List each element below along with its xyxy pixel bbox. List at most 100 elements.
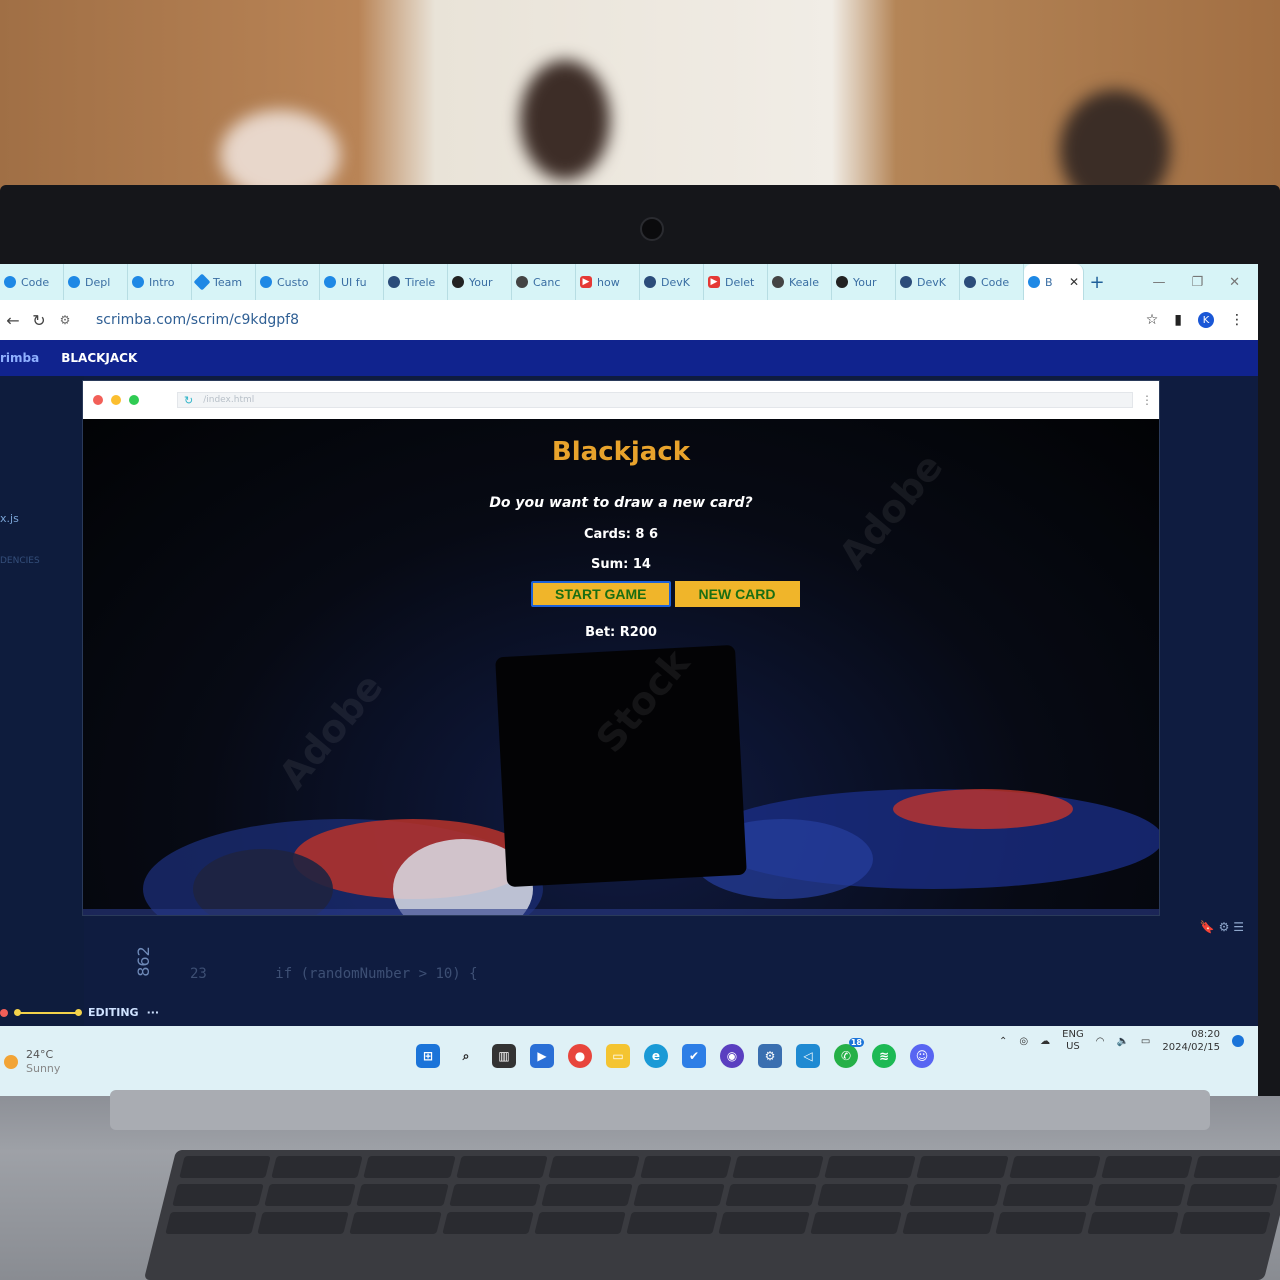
keyboard-key[interactable] (547, 1156, 640, 1178)
keyboard-key[interactable] (540, 1184, 633, 1206)
back-icon[interactable]: ← (0, 311, 26, 330)
keyboard-key[interactable] (916, 1156, 1009, 1178)
start-game-button[interactable]: START GAME (531, 581, 671, 607)
language-indicator[interactable]: ENG US (1062, 1029, 1084, 1053)
wifi-icon[interactable]: ◠ (1096, 1036, 1105, 1047)
file-explorer-icon[interactable]: ▭ (606, 1044, 630, 1068)
browser-tab[interactable]: Intro (128, 264, 192, 300)
browser-tab[interactable]: Code (960, 264, 1024, 300)
battery-icon[interactable]: ▭ (1141, 1036, 1150, 1047)
browser-tab[interactable]: ▶ Delet (704, 264, 768, 300)
task-view-icon[interactable]: ▥ (492, 1044, 516, 1068)
browser-tab[interactable]: Your (448, 264, 512, 300)
file-item-js[interactable]: x.js (0, 512, 19, 525)
keyboard-key[interactable] (1193, 1156, 1280, 1178)
playback-slider[interactable] (14, 1008, 82, 1016)
browser-tab[interactable]: DevK (896, 264, 960, 300)
close-dot[interactable] (93, 395, 103, 405)
browser-tab[interactable]: Depl (64, 264, 128, 300)
browser-tab[interactable]: ▶ how (576, 264, 640, 300)
whatsapp-icon[interactable]: ✆ 18 (834, 1038, 864, 1068)
keyboard-key[interactable] (640, 1156, 732, 1178)
spotify-icon[interactable]: ≋ (872, 1044, 896, 1068)
keyboard-key[interactable] (732, 1156, 824, 1178)
chevron-up-icon[interactable]: ⌃ (999, 1036, 1007, 1047)
browser-tab[interactable]: UI fu (320, 264, 384, 300)
menu-icon[interactable]: ☰ (1233, 920, 1244, 934)
minimize-icon[interactable]: — (1152, 275, 1165, 290)
menu-kebab-icon[interactable]: ⋮ (1230, 312, 1244, 328)
site-settings-icon[interactable]: ⚙ (52, 313, 78, 327)
keyboard-key[interactable] (1186, 1184, 1278, 1206)
url-field[interactable]: scrimba.com/scrim/c9kdgpf8 (96, 312, 299, 328)
onedrive-icon[interactable]: ☁ (1040, 1036, 1050, 1047)
keyboard-key[interactable] (817, 1184, 910, 1206)
keyboard-key[interactable] (363, 1156, 456, 1178)
browser-tab[interactable]: Your (832, 264, 896, 300)
browser-tab[interactable]: Custo (256, 264, 320, 300)
chrome-icon[interactable]: ● (568, 1044, 592, 1068)
keyboard-key[interactable] (909, 1184, 1002, 1206)
keyboard-key[interactable] (1093, 1184, 1186, 1206)
browser-tab[interactable]: Keale (768, 264, 832, 300)
reload-icon[interactable]: ↻ (184, 394, 193, 407)
bookmark-icon[interactable]: 🔖 (1200, 920, 1215, 934)
minimize-dot[interactable] (111, 395, 121, 405)
new-tab-button[interactable]: + (1084, 272, 1110, 293)
keyboard-key[interactable] (1086, 1212, 1179, 1234)
keyboard-key[interactable] (448, 1184, 541, 1206)
keyboard-key[interactable] (271, 1156, 364, 1178)
keyboard-key[interactable] (633, 1184, 725, 1206)
preview-menu-icon[interactable]: ⋮ (1141, 393, 1159, 407)
keyboard-key[interactable] (165, 1212, 257, 1234)
github-desktop-icon[interactable]: ◉ (720, 1044, 744, 1068)
keyboard-key[interactable] (172, 1184, 264, 1206)
volume-icon[interactable]: 🔈 (1116, 1036, 1128, 1047)
edge-icon[interactable]: e (644, 1044, 668, 1068)
keyboard-key[interactable] (810, 1212, 903, 1234)
side-panel-icon[interactable]: ▮ (1174, 312, 1182, 328)
restore-icon[interactable]: ❐ (1191, 275, 1203, 290)
browser-tab[interactable]: Tirele (384, 264, 448, 300)
windows-start-icon[interactable]: ⊞ (416, 1044, 440, 1068)
settings-gear-icon[interactable]: ⚙ (758, 1044, 782, 1068)
keyboard-key[interactable] (1100, 1156, 1193, 1178)
meet-icon[interactable]: ▶ (530, 1044, 554, 1068)
browser-tab[interactable]: Team (192, 264, 256, 300)
more-icon[interactable]: ··· (147, 1006, 160, 1019)
vscode-icon[interactable]: ◁ (796, 1044, 820, 1068)
keyboard-key[interactable] (356, 1184, 449, 1206)
maximize-dot[interactable] (129, 395, 139, 405)
keyboard-key[interactable] (1001, 1184, 1094, 1206)
close-window-icon[interactable]: ✕ (1229, 275, 1240, 290)
preview-url-field[interactable]: ↻ /index.html (177, 392, 1133, 408)
keyboard-key[interactable] (902, 1212, 995, 1234)
scrimba-logo[interactable]: rimba (0, 351, 39, 365)
keyboard-key[interactable] (349, 1212, 442, 1234)
browser-tab[interactable]: DevK (640, 264, 704, 300)
settings-icon[interactable]: ⚙ (1219, 920, 1230, 934)
new-card-button[interactable]: NEW CARD (674, 581, 800, 607)
discord-icon[interactable]: ☺ (910, 1044, 934, 1068)
bookmark-star-icon[interactable]: ☆ (1146, 312, 1159, 328)
keyboard-key[interactable] (824, 1156, 917, 1178)
keyboard-key[interactable] (179, 1156, 271, 1178)
browser-tab[interactable]: Canc (512, 264, 576, 300)
keyboard-key[interactable] (1179, 1212, 1271, 1234)
keyboard-key[interactable] (626, 1212, 718, 1234)
keyboard-key[interactable] (264, 1184, 357, 1206)
browser-tab[interactable]: Code (0, 264, 64, 300)
browser-tab-active[interactable]: B ✕ (1024, 264, 1084, 300)
notification-icon[interactable] (1232, 1035, 1244, 1047)
close-icon[interactable]: ✕ (1069, 275, 1079, 289)
keyboard-key[interactable] (718, 1212, 810, 1234)
tray-app-icon[interactable]: ◎ (1019, 1036, 1028, 1047)
todo-icon[interactable]: ✔ (682, 1044, 706, 1068)
reload-icon[interactable]: ↻ (26, 311, 52, 330)
keyboard-key[interactable] (725, 1184, 817, 1206)
clock[interactable]: 08:20 2024/02/15 (1162, 1028, 1220, 1054)
keyboard-key[interactable] (533, 1212, 626, 1234)
keyboard-key[interactable] (455, 1156, 548, 1178)
keyboard-key[interactable] (441, 1212, 534, 1234)
weather-widget[interactable]: 24°C Sunny (4, 1048, 60, 1076)
